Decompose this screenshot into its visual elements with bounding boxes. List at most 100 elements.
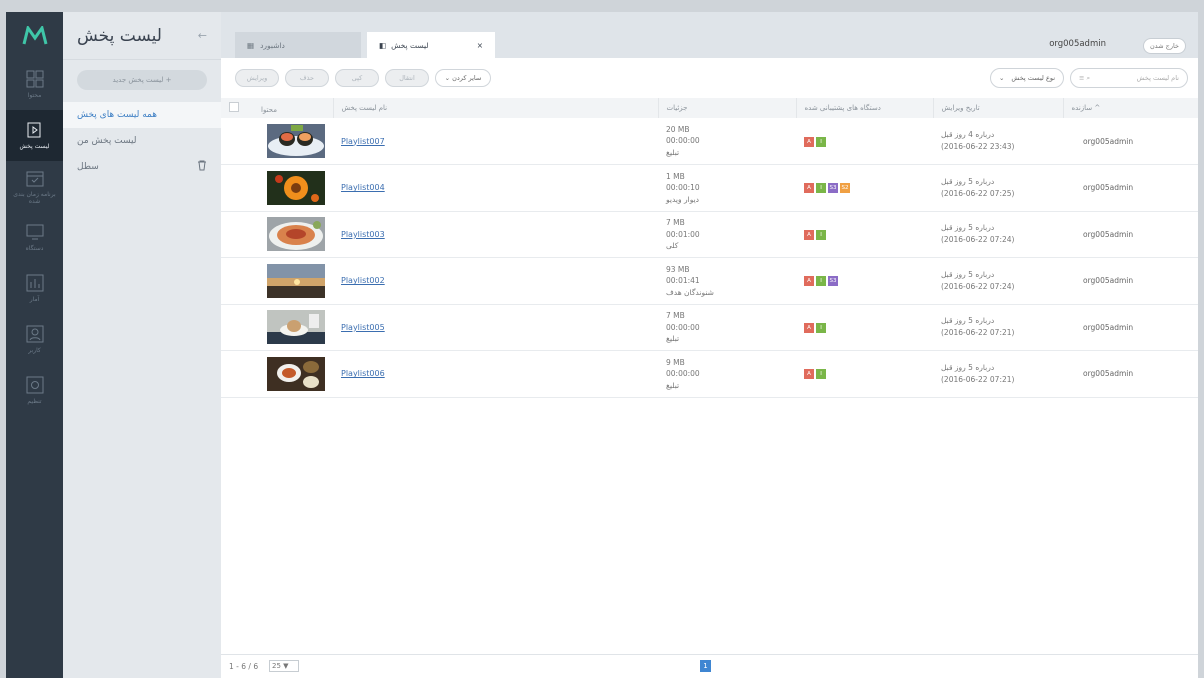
playlist-thumbnail[interactable] <box>267 217 325 252</box>
playlist-link[interactable]: Playlist005 <box>341 323 385 332</box>
playlist-thumbnail[interactable] <box>267 170 325 205</box>
edited-date: (2016-06-22 07:24) <box>941 281 1015 291</box>
delete-button[interactable]: حذف <box>285 69 329 87</box>
move-button[interactable]: انتقال <box>385 69 429 87</box>
close-icon[interactable]: × <box>477 41 483 50</box>
app-logo[interactable] <box>6 12 63 59</box>
duration: 00:00:00 <box>666 322 700 332</box>
table-row[interactable]: Playlist007 20 MB 00:00:00 تبلیغ A I درباره 4 … <box>221 118 1198 165</box>
rail-item[interactable]: دستگاه <box>6 212 63 263</box>
rail-item[interactable]: محتوا <box>6 59 63 110</box>
rail-item[interactable]: تنظیم <box>6 365 63 416</box>
duration: 00:01:41 <box>666 276 700 285</box>
device-badge: S3 <box>828 276 838 287</box>
icon-rail: محتوا لیست پخش برنامه زمان بندی شده دستگاه آ… <box>6 12 63 678</box>
rail-item-label: آمار <box>29 296 40 304</box>
rail-item-label: برنامه زمان بندی شده <box>13 190 56 205</box>
playlist-type: شنوندگان هدف <box>666 287 714 297</box>
monitor-icon <box>26 224 43 240</box>
tab-bar: ▦ داشبورد ◧ لیست پخش × org005admin خارج ش… <box>221 12 1198 58</box>
search-input[interactable]: ≡ ⌕ نام لیست پخش <box>1070 68 1188 88</box>
grid-icon <box>26 70 43 88</box>
rail-item-label: لیست پخش <box>19 143 50 151</box>
side-list: همه لیست های پخش لیست پخش من سطل <box>63 102 221 180</box>
device-badge: I <box>816 322 826 333</box>
playlist-thumbnail[interactable] <box>267 124 325 158</box>
table-row[interactable]: Playlist005 7 MB 00:00:00 تبلیغ A I درباره 5 ر… <box>221 304 1198 351</box>
dashboard-icon: ▦ <box>247 40 255 50</box>
select-all-checkbox[interactable] <box>229 102 239 112</box>
column-details[interactable]: جزئیات <box>658 98 797 118</box>
side-header: لیست پخش ← <box>63 12 221 60</box>
playlist-type-select[interactable]: ⌄ نوع لیست پخش <box>990 68 1064 88</box>
playlist-thumbnail[interactable] <box>267 263 325 298</box>
column-devices[interactable]: دستگاه های پشتیبانی شده <box>796 98 934 118</box>
playlist-type: تبلیغ <box>666 380 680 390</box>
tab-dashboard[interactable]: ▦ داشبورد <box>235 32 361 58</box>
creator: org005admin <box>1083 369 1134 379</box>
chart-icon <box>26 274 43 292</box>
trash-icon[interactable] <box>197 160 207 174</box>
result-count: 1 - 6 / 6 <box>229 662 259 671</box>
playlist-thumbnail[interactable] <box>267 310 325 345</box>
creator: org005admin <box>1083 136 1134 146</box>
logout-button[interactable]: خارج شدن <box>1142 38 1186 54</box>
rail-item-label: کاربر <box>28 347 41 355</box>
side-title: لیست پخش <box>77 25 162 46</box>
edit-button[interactable]: ویرایش <box>235 69 279 87</box>
rail-item-label: تنظیم <box>27 398 42 406</box>
playlist-link[interactable]: Playlist004 <box>341 183 385 192</box>
device-badge: I <box>816 183 826 194</box>
column-content[interactable]: محتوا <box>261 106 277 114</box>
search-icon[interactable]: ≡ ⌕ <box>1079 69 1090 87</box>
device-badge: I <box>816 136 826 147</box>
creator: org005admin <box>1083 229 1134 239</box>
file-size: 20 MB <box>666 124 690 134</box>
side-item-trash[interactable]: سطل <box>63 154 221 180</box>
new-playlist-button[interactable]: لیست پخش جدید + <box>77 70 207 90</box>
playlist-type: دیوار ویدیو <box>666 194 699 204</box>
duration: 00:01:00 <box>666 229 700 239</box>
more-dropdown[interactable]: ⌄ سایر کردن <box>435 69 491 87</box>
playlist-link[interactable]: Playlist007 <box>341 137 385 146</box>
playlist-thumbnail[interactable] <box>267 356 325 391</box>
edited-date: (2016-06-22 07:24) <box>941 235 1015 245</box>
pagination: 1 - 6 / 6 25 ▼ 1 <box>221 654 1198 678</box>
rail-item-label: محتوا <box>27 92 42 100</box>
table-row[interactable]: Playlist002 93 MB 00:01:41 شنوندگان هدف A I S3… <box>221 258 1198 304</box>
playlist-link[interactable]: Playlist006 <box>341 369 385 378</box>
file-size: 9 MB <box>666 357 685 367</box>
rail-item[interactable]: آمار <box>6 263 63 314</box>
creator: org005admin <box>1083 322 1134 332</box>
side-item-all-playlists[interactable]: همه لیست های پخش <box>63 102 221 128</box>
column-name[interactable]: نام لیست پخش <box>333 98 659 118</box>
rail-item[interactable]: برنامه زمان بندی شده <box>6 161 63 212</box>
playlist-icon <box>27 122 40 138</box>
column-edited[interactable]: تاریخ ویرایش <box>933 98 1064 118</box>
rail-item[interactable]: کاربر <box>6 314 63 365</box>
collapse-arrow-icon[interactable]: ← <box>198 29 207 42</box>
playlist-link[interactable]: Playlist002 <box>341 276 385 285</box>
edited-date: (2016-06-22 23:43) <box>941 142 1015 151</box>
duration: 00:00:00 <box>666 136 700 146</box>
column-creator[interactable]: سازنده ^ <box>1063 98 1198 118</box>
playlist-table: محتوا نام لیست پخش جزئیات دستگاه های پشت… <box>221 98 1198 398</box>
rail-item[interactable]: لیست پخش <box>6 110 63 161</box>
copy-button[interactable]: کپی <box>335 69 379 87</box>
table-row[interactable]: Playlist004 1 MB 00:00:10 دیوار ویدیو A I S3 S2… <box>221 165 1198 211</box>
chevron-down-icon: ⌄ <box>444 74 453 82</box>
table-row[interactable]: Playlist006 9 MB 00:00:00 تبلیغ A I درباره 5 ر… <box>221 351 1198 397</box>
side-item-my-playlists[interactable]: لیست پخش من <box>63 128 221 154</box>
user-name: org005admin <box>1049 39 1106 49</box>
page-button[interactable]: 1 <box>700 660 711 672</box>
tab-playlist[interactable]: ◧ لیست پخش × <box>367 32 495 58</box>
table-row[interactable]: Playlist003 7 MB 00:01:00 کلی A I درباره 5 روز… <box>221 211 1198 258</box>
file-size: 7 MB <box>666 311 685 320</box>
duration: 00:00:10 <box>666 183 700 192</box>
device-badge: A <box>804 229 814 240</box>
per-page-select[interactable]: 25 ▼ <box>269 660 299 672</box>
device-badge: I <box>816 229 826 240</box>
device-badge: A <box>804 183 814 194</box>
device-badge: A <box>804 369 814 380</box>
playlist-link[interactable]: Playlist003 <box>341 230 385 239</box>
